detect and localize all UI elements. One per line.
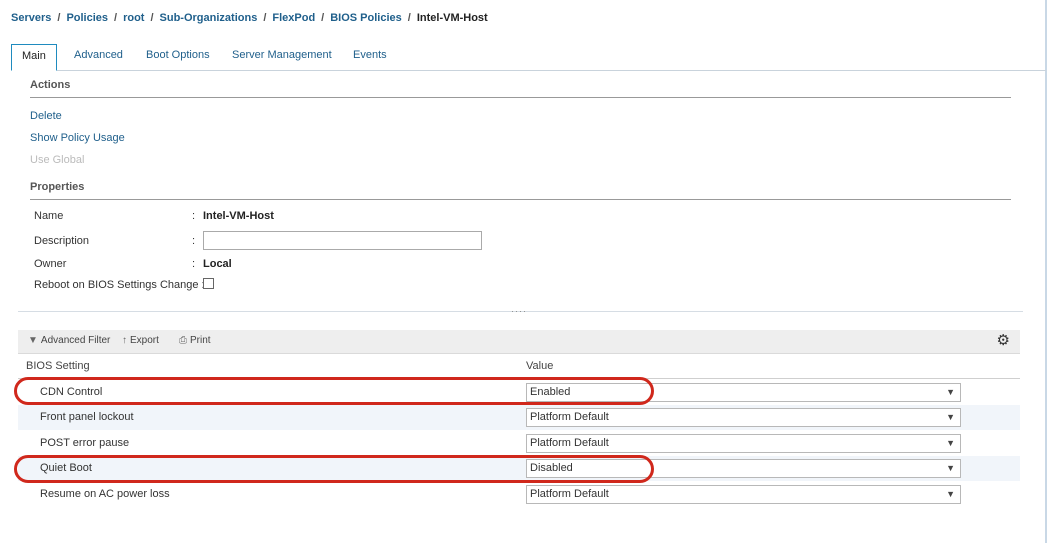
bios-setting-name: CDN Control: [40, 386, 103, 398]
breadcrumb-separator: /: [114, 12, 118, 24]
breadcrumb-separator: /: [263, 12, 267, 24]
breadcrumb-separator: /: [150, 12, 154, 24]
export-button[interactable]: ↑ Export: [122, 335, 159, 346]
select-value: Platform Default: [530, 411, 609, 423]
splitter-grip-icon[interactable]: ····: [511, 306, 527, 316]
tab-bar: Main Advanced Boot Options Server Manage…: [11, 44, 1046, 71]
print-button[interactable]: ⎙ Print: [179, 335, 211, 346]
table-row: Front panel lockout Platform Default ▼: [18, 405, 1020, 430]
description-colon: :: [192, 235, 196, 247]
breadcrumb-flexpod[interactable]: FlexPod: [272, 12, 315, 24]
header-divider: [18, 378, 1020, 379]
owner-colon: :: [192, 258, 196, 270]
tab-events[interactable]: Events: [343, 44, 397, 69]
dropdown-arrow-icon: ▼: [946, 463, 955, 473]
delete-link[interactable]: Delete: [30, 110, 62, 122]
dropdown-arrow-icon: ▼: [946, 387, 955, 397]
table-row: Resume on AC power loss Platform Default…: [18, 482, 1020, 507]
breadcrumb-sub-organizations[interactable]: Sub-Organizations: [160, 12, 258, 24]
printer-icon: ⎙: [179, 335, 187, 346]
select-value: Platform Default: [530, 437, 609, 449]
owner-value: Local: [203, 258, 232, 270]
value-select[interactable]: Platform Default ▼: [526, 485, 961, 504]
properties-heading: Properties: [30, 181, 85, 193]
gear-icon[interactable]: ⚙: [997, 331, 1010, 349]
bios-setting-name: Quiet Boot: [40, 462, 92, 474]
name-colon: :: [192, 210, 196, 222]
breadcrumb-current: Intel-VM-Host: [416, 12, 488, 24]
name-label: Name: [34, 210, 64, 222]
name-value: Intel-VM-Host: [203, 210, 274, 222]
breadcrumb-policies[interactable]: Policies: [66, 12, 108, 24]
table-row: CDN Control Enabled ▼: [18, 380, 1020, 405]
select-value: Disabled: [530, 462, 573, 474]
breadcrumb-separator: /: [407, 12, 411, 24]
reboot-label: Reboot on BIOS Settings Change :: [34, 279, 205, 291]
breadcrumb-separator: /: [57, 12, 61, 24]
properties-divider: [30, 199, 1011, 200]
value-select[interactable]: Platform Default ▼: [526, 408, 961, 427]
tab-main[interactable]: Main: [11, 44, 57, 71]
actions-heading: Actions: [30, 79, 71, 91]
breadcrumb: Servers / Policies / root / Sub-Organizations /…: [11, 12, 488, 24]
table-toolbar: ▼ Advanced Filter ↑ Export ⎙ Print ⚙: [18, 330, 1020, 354]
tab-boot-options[interactable]: Boot Options: [136, 44, 220, 69]
description-label: Description: [34, 235, 90, 247]
use-global-link: Use Global: [30, 154, 85, 166]
breadcrumb-root[interactable]: root: [123, 12, 144, 24]
value-select[interactable]: Platform Default ▼: [526, 434, 961, 453]
print-label: Print: [190, 335, 211, 346]
show-policy-usage-link[interactable]: Show Policy Usage: [30, 132, 125, 144]
filter-icon: ▼: [28, 335, 38, 346]
table-row: POST error pause Platform Default ▼: [18, 431, 1020, 456]
breadcrumb-servers[interactable]: Servers: [11, 12, 51, 24]
export-arrow-icon: ↑: [122, 335, 127, 346]
tab-server-management[interactable]: Server Management: [222, 44, 342, 69]
export-label: Export: [130, 335, 159, 346]
bios-setting-name: Resume on AC power loss: [40, 488, 170, 500]
owner-label: Owner: [34, 258, 67, 270]
select-value: Enabled: [530, 386, 571, 398]
breadcrumb-bios-policies[interactable]: BIOS Policies: [330, 12, 402, 24]
dropdown-arrow-icon: ▼: [946, 412, 955, 422]
advanced-filter-button[interactable]: ▼ Advanced Filter: [28, 335, 110, 346]
advanced-filter-label: Advanced Filter: [40, 335, 111, 346]
reboot-checkbox[interactable]: [203, 278, 214, 289]
dropdown-arrow-icon: ▼: [946, 489, 955, 499]
value-select[interactable]: Disabled ▼: [526, 459, 961, 478]
actions-divider: [30, 97, 1011, 98]
column-header-bios-setting[interactable]: BIOS Setting: [26, 360, 90, 372]
column-header-value[interactable]: Value: [526, 360, 553, 372]
tab-advanced[interactable]: Advanced: [64, 44, 133, 69]
dropdown-arrow-icon: ▼: [946, 438, 955, 448]
value-select[interactable]: Enabled ▼: [526, 383, 961, 402]
table-row: Quiet Boot Disabled ▼: [18, 456, 1020, 481]
bios-setting-name: Front panel lockout: [40, 411, 134, 423]
description-input[interactable]: [203, 231, 482, 250]
bios-setting-name: POST error pause: [40, 437, 130, 449]
select-value: Platform Default: [530, 488, 609, 500]
breadcrumb-separator: /: [321, 12, 325, 24]
